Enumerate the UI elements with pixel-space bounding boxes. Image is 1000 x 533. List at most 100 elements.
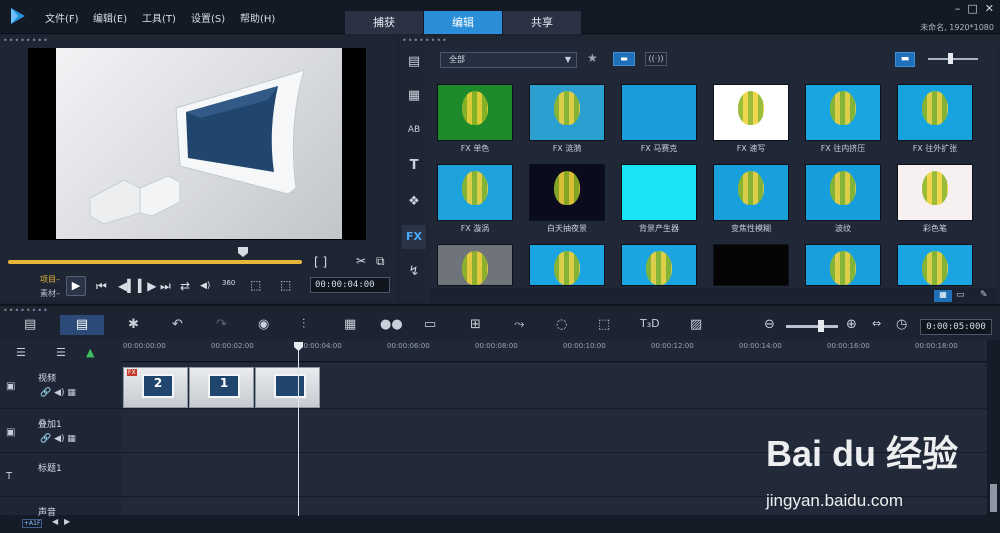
add-favorite-icon[interactable]: ★ <box>587 51 598 65</box>
filter-thumbnail[interactable] <box>713 244 789 286</box>
multi-camera-icon[interactable]: ⊞ <box>470 317 481 332</box>
redo-icon[interactable]: ↷ <box>216 317 227 332</box>
scrollbar-thumb[interactable] <box>990 484 997 512</box>
timeline-playhead[interactable] <box>298 344 299 516</box>
tab-share[interactable]: 共享 <box>503 11 581 34</box>
motion-path-icon[interactable]: ↯ <box>402 260 426 284</box>
video-clip[interactable] <box>255 367 320 408</box>
end-icon[interactable]: ⏭ <box>160 279 171 294</box>
thumbnail-size-knob[interactable] <box>948 53 953 64</box>
volume-icon[interactable]: ◀) <box>200 281 210 291</box>
filter-thumbnail[interactable] <box>713 84 789 141</box>
track-header[interactable]: ▣ 视频 🔗 ◀) ▦ <box>0 363 121 409</box>
3d-title-icon[interactable]: T₃D <box>640 317 660 330</box>
timeline-grip[interactable]: •••••••• <box>3 306 49 315</box>
audio-view-icon[interactable]: ((·)) <box>645 52 667 66</box>
video-clip[interactable]: 2 FX <box>123 367 188 408</box>
filter-thumbnail[interactable] <box>805 244 881 286</box>
repeat-icon[interactable]: ⇄ <box>180 279 190 293</box>
filter-thumbnail[interactable] <box>805 164 881 221</box>
timeline-view-icon[interactable]: ▤ <box>60 315 104 335</box>
mark-in-out-buttons[interactable]: [ ] <box>314 255 327 269</box>
play-button[interactable]: ▶ <box>66 276 86 296</box>
enlarge-preview-icon[interactable]: ⧉ <box>376 254 385 269</box>
mode-clip[interactable]: 素材– <box>40 288 60 299</box>
scroll-left-icon[interactable]: ◀ <box>52 517 58 526</box>
track-controls[interactable]: 🔗 ◀) ▦ <box>40 388 76 398</box>
menu-tools[interactable]: 工具(T) <box>142 10 176 25</box>
transition-icon[interactable]: AB <box>402 118 426 142</box>
previous-frame-icon[interactable]: ◀▍ <box>118 279 136 293</box>
panel-view-icon[interactable]: ▭ <box>956 290 965 300</box>
split-screen-icon[interactable]: ▨ <box>690 317 702 332</box>
filter-thumbnail[interactable] <box>529 164 605 221</box>
close-button[interactable]: ✕ <box>985 2 994 15</box>
scroll-right-icon[interactable]: ▶ <box>64 517 70 526</box>
aspect-ratio-icon[interactable]: ⬚ <box>250 278 261 292</box>
track-header[interactable]: ♪声音 <box>0 497 121 526</box>
timeline-zoom-knob[interactable] <box>818 320 824 332</box>
storyboard-view-icon[interactable]: ▤ <box>24 317 36 332</box>
filter-category-select[interactable]: 全部 ▼ <box>440 52 577 68</box>
graphics-icon[interactable]: ❖ <box>402 190 426 214</box>
filter-thumbnail[interactable] <box>621 84 697 141</box>
filter-thumbnail[interactable] <box>437 164 513 221</box>
track-manager-icon[interactable]: ☰ <box>16 346 26 359</box>
pan-zoom-icon[interactable]: ⬚ <box>598 317 610 332</box>
filter-thumbnail[interactable] <box>437 84 513 141</box>
instant-project-icon[interactable]: ▦ <box>402 84 426 108</box>
filter-thumbnail[interactable] <box>529 84 605 141</box>
library-grip[interactable]: •••••••• <box>402 36 448 45</box>
resolution-toggle[interactable]: 360 <box>222 279 235 287</box>
filter-thumbnail[interactable] <box>621 244 697 286</box>
subtitle-editor-icon[interactable]: ▭ <box>424 317 436 332</box>
thumbnail-size-slider[interactable] <box>928 58 978 60</box>
time-remap-icon[interactable]: ⤳ <box>514 317 524 332</box>
menu-file[interactable]: 文件(F) <box>45 10 79 25</box>
filter-thumbnail[interactable] <box>805 84 881 141</box>
list-view-icon[interactable]: ▬ <box>895 52 915 67</box>
fx-filter-icon[interactable]: FX <box>402 225 426 249</box>
snapshot-icon[interactable]: ⬚ <box>280 278 291 292</box>
media-library-icon[interactable]: ▤ <box>402 50 426 74</box>
undo-icon[interactable]: ↶ <box>172 317 183 332</box>
timeline-zoom-slider[interactable] <box>786 325 838 328</box>
filter-thumbnail[interactable] <box>621 164 697 221</box>
filter-thumbnail[interactable] <box>897 164 973 221</box>
minimize-button[interactable]: – <box>955 2 961 15</box>
title-icon[interactable]: T <box>402 154 426 178</box>
filter-thumbnail[interactable] <box>897 84 973 141</box>
add-track-icon[interactable]: ▲ <box>86 346 94 359</box>
mode-project[interactable]: 项目– <box>40 274 60 285</box>
next-frame-icon[interactable]: ▍▶ <box>138 279 156 293</box>
track-header[interactable]: T 标题1 <box>0 453 121 497</box>
edit-options-icon[interactable]: ✎ <box>980 290 988 300</box>
sound-mixer-icon[interactable]: ⫶ <box>302 317 305 332</box>
preview-grip[interactable]: •••••••• <box>3 36 49 45</box>
tab-capture[interactable]: 捕获 <box>345 11 423 34</box>
menu-help[interactable]: 帮助(H) <box>240 10 275 25</box>
view-mode-icon[interactable]: ▦ <box>934 290 952 302</box>
menu-edit[interactable]: 编辑(E) <box>93 10 127 25</box>
mask-creator-icon[interactable]: ◌ <box>556 317 567 332</box>
zoom-out-icon[interactable]: ⊖ <box>764 317 775 332</box>
menu-settings[interactable]: 设置(S) <box>191 10 225 25</box>
chapter-menu-icon[interactable]: ☰ <box>56 346 66 359</box>
track-header[interactable]: ▣ 叠加1 🔗 ◀) ▦ <box>0 409 121 453</box>
filter-thumbnail[interactable] <box>529 244 605 286</box>
auto-music-icon[interactable]: ▦ <box>344 317 356 332</box>
track-controls[interactable]: 🔗 ◀) ▦ <box>40 434 76 444</box>
home-icon[interactable]: ⏮ <box>96 279 107 294</box>
preview-timecode[interactable]: 00:00:04:00 <box>310 277 390 293</box>
fit-project-icon[interactable]: ⇔ <box>872 317 881 330</box>
project-duration[interactable]: 0:00:05:000 <box>920 319 992 335</box>
zoom-in-icon[interactable]: ⊕ <box>846 317 857 332</box>
preview-scrub-bar[interactable] <box>8 260 302 264</box>
filter-thumbnail[interactable] <box>713 164 789 221</box>
split-clip-icon[interactable]: ✂ <box>356 254 366 268</box>
filter-thumbnail[interactable] <box>437 244 513 286</box>
tab-edit[interactable]: 编辑 <box>424 11 502 34</box>
view-toggle-icon[interactable]: ▬ <box>613 52 635 66</box>
motion-tracking-icon[interactable]: ●● <box>380 317 403 332</box>
maximize-button[interactable]: □ <box>967 2 977 15</box>
